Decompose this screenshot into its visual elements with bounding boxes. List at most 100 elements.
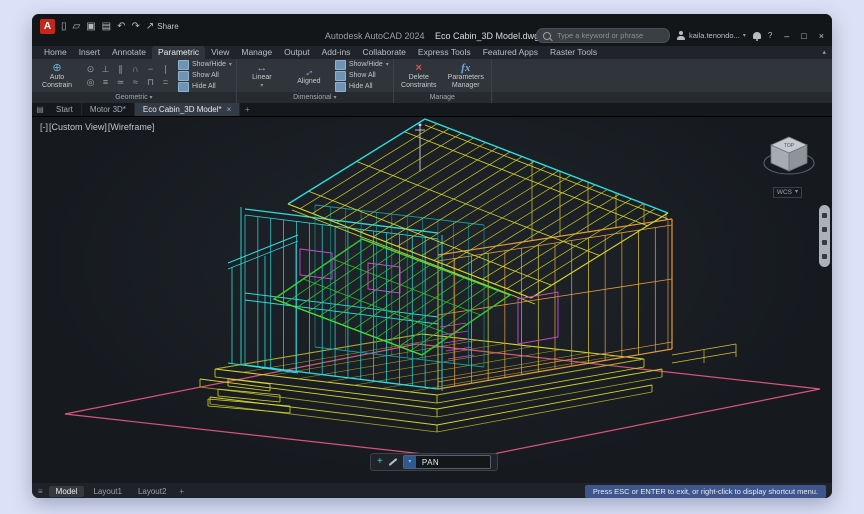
save-button[interactable]: ▣ [86, 21, 95, 33]
panel-geometric-title: Geometric [115, 94, 147, 101]
panel-manage-title: Manage [430, 94, 455, 101]
new-file-button[interactable]: ▯ [61, 21, 67, 33]
linear-dimension-button[interactable]: ↔ Linear ▾ [241, 62, 283, 89]
ribbon-tab-raster-tools[interactable]: Raster Tools [544, 46, 603, 59]
dimensional-show-hide-button[interactable]: Show/Hide ▾ [335, 60, 389, 70]
app-window: A ▯ ▱ ▣ ▤ ↶ ↷ ↗ Share Autodesk AutoCAD 2… [32, 14, 832, 498]
ribbon-tab-annotate[interactable]: Annotate [106, 46, 152, 59]
chevron-down-icon: ▾ [260, 82, 263, 89]
constraint-fix-icon[interactable]: ⊓ [143, 76, 158, 89]
auto-constrain-button[interactable]: ⊕ Auto Constrain [36, 62, 78, 90]
redo-button[interactable]: ↷ [132, 21, 140, 33]
share-button[interactable]: ↗ Share [146, 21, 179, 33]
show-hide-label: Show/Hide [349, 61, 383, 68]
delete-constraints-button[interactable]: × Delete Constraints [398, 62, 440, 90]
search-input[interactable] [555, 30, 663, 41]
dimensional-hide-all-button[interactable]: Hide All [335, 82, 389, 92]
file-tab-motor-3d[interactable]: Motor 3D* [82, 103, 135, 116]
command-text: PAN [422, 458, 439, 467]
ribbon-tab-home[interactable]: Home [38, 46, 73, 59]
show-all-label: Show All [192, 72, 219, 79]
app-name: Autodesk AutoCAD 2024 [325, 31, 425, 41]
wcs-selector[interactable]: WCS ▾ [773, 187, 802, 198]
vent-pipe [415, 124, 425, 172]
constraint-perpendicular-icon[interactable]: ⊥ [98, 63, 113, 76]
constraint-parallel-icon[interactable]: ∥ [113, 63, 128, 76]
command-field[interactable]: ▾ PAN [403, 455, 491, 469]
chevron-down-icon[interactable]: ▾ [404, 456, 416, 468]
constraint-equal-icon[interactable]: = [158, 76, 173, 89]
linear-label: Linear [241, 74, 283, 82]
geometric-hide-all-button[interactable]: Hide All [178, 82, 232, 92]
file-tab-eco-cabin[interactable]: Eco Cabin_3D Model* × [135, 103, 240, 116]
autocad-logo[interactable]: A [40, 19, 55, 34]
viewcube[interactable]: TOP [762, 133, 816, 183]
ribbon-tab-manage[interactable]: Manage [235, 46, 278, 59]
show-hide-icon [178, 60, 189, 70]
search-icon [543, 32, 551, 40]
user-account[interactable]: kaila.tenondo... ▾ [677, 31, 746, 40]
ribbon-tab-featured-apps[interactable]: Featured Apps [477, 46, 544, 59]
command-bar[interactable]: + ▾ PAN [370, 453, 498, 471]
minimize-button[interactable]: – [784, 31, 789, 41]
search-box[interactable] [536, 28, 670, 43]
ribbon-tab-add-ins[interactable]: Add-ins [316, 46, 357, 59]
geometric-show-all-button[interactable]: Show All [178, 71, 232, 81]
parameters-manager-button[interactable]: fx Parameters Manager [445, 62, 487, 90]
viewport-style-control[interactable]: [Wireframe] [108, 122, 155, 132]
layout-tab-layout1[interactable]: Layout1 [86, 486, 128, 497]
constraint-collinear-icon[interactable]: ≡ [98, 76, 113, 89]
hide-all-icon [335, 82, 346, 92]
constraint-coincident-icon[interactable]: ⊙ [83, 63, 98, 76]
navigation-bar[interactable] [819, 205, 830, 267]
share-label: Share [157, 22, 178, 31]
undo-button[interactable]: ↶ [117, 21, 125, 33]
constraint-symmetric-icon[interactable]: ≃ [113, 76, 128, 89]
layout-tab-model[interactable]: Model [49, 486, 85, 497]
constraint-horizontal-icon[interactable]: − [143, 63, 158, 76]
constraint-smooth-icon[interactable]: ≈ [128, 76, 143, 89]
geometric-show-hide-button[interactable]: Show/Hide ▾ [178, 60, 232, 70]
wireframe-canvas[interactable] [32, 117, 832, 483]
print-button[interactable]: ▤ [102, 21, 111, 33]
ribbon-tab-parametric[interactable]: Parametric [152, 46, 205, 59]
file-tab-label: Eco Cabin_3D Model* [143, 103, 222, 116]
ribbon-tab-view[interactable]: View [205, 46, 235, 59]
add-layout-button[interactable]: + [175, 487, 188, 496]
constraint-tangent-icon[interactable]: ∩ [128, 63, 143, 76]
dimensional-show-all-button[interactable]: Show All [335, 71, 389, 81]
layout-tab-layout2[interactable]: Layout2 [131, 486, 173, 497]
close-icon[interactable]: × [227, 103, 232, 116]
viewport-view-control[interactable]: [Custom View] [49, 122, 107, 132]
panel-label-manage[interactable]: Manage [394, 92, 491, 103]
show-hide-icon [335, 60, 346, 70]
viewport[interactable]: [-] [Custom View] [Wireframe] TOP WCS ▾ … [32, 117, 832, 483]
constraint-vertical-icon[interactable]: ∣ [158, 63, 173, 76]
new-tab-button[interactable]: + [240, 103, 254, 116]
status-menu-button[interactable]: ≡ [38, 487, 43, 496]
viewcube-top-label: TOP [784, 143, 795, 149]
ribbon-tab-collaborate[interactable]: Collaborate [356, 46, 411, 59]
file-tab-start[interactable]: Start [48, 103, 82, 116]
viewport-menu-control[interactable]: [-] [40, 122, 48, 132]
constraint-concentric-icon[interactable]: ◎ [83, 76, 98, 89]
status-hint: Press ESC or ENTER to exit, or right-cli… [585, 485, 826, 498]
aligned-dimension-button[interactable]: ↔ Aligned [288, 66, 330, 86]
notification-bell-icon[interactable] [753, 32, 761, 39]
show-all-icon [335, 71, 346, 81]
close-button[interactable]: × [819, 31, 824, 41]
chevron-down-icon: ▾ [386, 61, 389, 68]
ribbon-tab-insert[interactable]: Insert [73, 46, 106, 59]
help-button[interactable]: ? [768, 31, 772, 40]
panel-label-geometric[interactable]: Geometric ▾ [32, 92, 236, 103]
show-all-icon [178, 71, 189, 81]
ribbon-tab-express-tools[interactable]: Express Tools [412, 46, 477, 59]
ribbon-collapse-button[interactable]: ▴ [822, 46, 826, 59]
maximize-button[interactable]: □ [801, 31, 806, 41]
user-icon [677, 31, 686, 40]
panel-label-dimensional[interactable]: Dimensional ▾ [237, 92, 393, 103]
open-file-button[interactable]: ▱ [73, 21, 81, 33]
panel-dimensional: ↔ Linear ▾ ↔ Aligned Show/Hide ▾ [237, 59, 394, 103]
file-tabs-menu-button[interactable]: ▤ [32, 103, 48, 116]
ribbon-tab-output[interactable]: Output [278, 46, 316, 59]
